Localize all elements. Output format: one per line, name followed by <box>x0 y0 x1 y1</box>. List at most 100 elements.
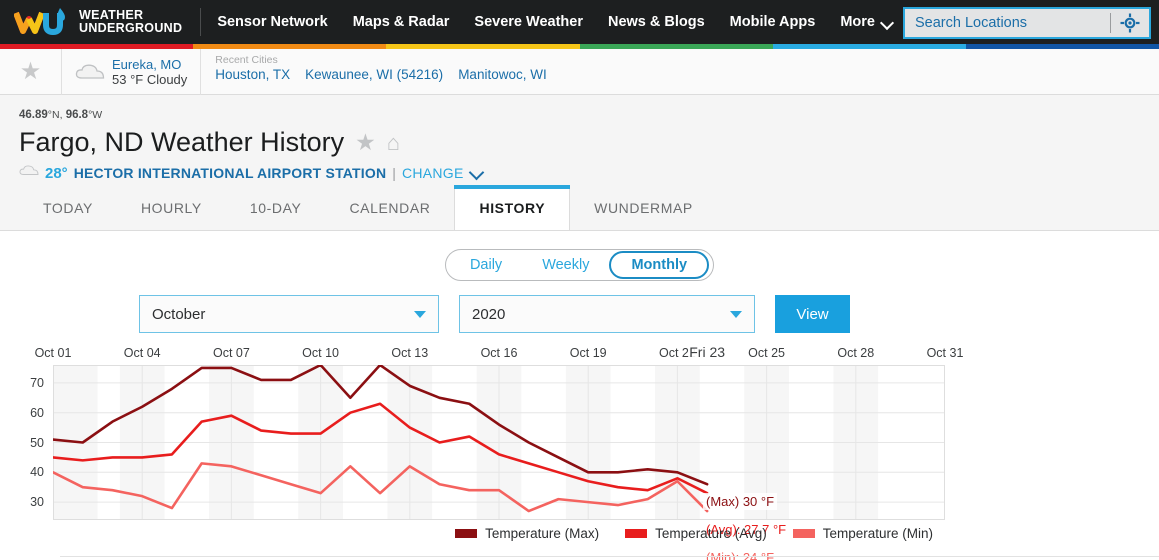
cloud-icon <box>75 63 105 81</box>
y-axis-tick: 60 <box>30 405 44 420</box>
legend-item[interactable]: Temperature (Min) <box>792 526 933 541</box>
tab-label: 10-DAY <box>249 199 302 216</box>
year-select[interactable]: 2020 <box>459 295 755 333</box>
recent-city-link[interactable]: Houston, TX <box>215 67 290 82</box>
legend-swatch <box>455 529 478 538</box>
x-axis-tick: Oct 19 <box>569 346 607 360</box>
month-select[interactable]: October <box>139 295 439 333</box>
change-station-link[interactable]: CHANGE <box>402 165 464 181</box>
range-label: Monthly <box>631 257 688 273</box>
tooltip-min: (Min): 24 °F <box>703 549 778 560</box>
nav-item-news-blogs[interactable]: News & Blogs <box>608 14 705 30</box>
range-option-daily[interactable]: Daily <box>450 251 522 279</box>
tab-label: HOURLY <box>140 199 202 216</box>
chart-x-axis-labels: Oct 01 Oct 04 Oct 07 Oct 10 Oct 13 Oct 16 Oct … <box>0 343 1159 365</box>
range-option-monthly[interactable]: Monthly <box>609 251 710 279</box>
recent-cities-bar: ★ Eureka, MO 53 °F Cloudy Recent Cities … <box>0 48 1159 95</box>
latitude-value: 46.89 <box>19 109 48 121</box>
tab-label: TODAY <box>43 199 93 216</box>
tab-label: CALENDAR <box>349 199 431 216</box>
x-axis-tick: Oct 28 <box>837 346 875 360</box>
x-axis-tick: Oct 31 <box>926 346 964 360</box>
recent-cities-label: Recent Cities <box>215 53 278 66</box>
nav-item-maps-radar[interactable]: Maps & Radar <box>353 14 450 30</box>
caret-down-icon <box>414 310 426 318</box>
current-city-text: Eureka, MO 53 °F Cloudy <box>112 57 187 87</box>
x-axis-tick: Oct 25 <box>748 346 786 360</box>
chart-plot-area <box>51 363 946 520</box>
recent-city-link[interactable]: Manitowoc, WI <box>458 67 547 82</box>
section-tabs: TODAY HOURLY 10-DAY CALENDAR HISTORY WUN… <box>0 185 1159 231</box>
chart-y-axis-labels: 30 40 50 60 70 <box>0 365 50 520</box>
x-axis-tick: Oct 07 <box>212 346 250 360</box>
x-axis-tick: Oct 04 <box>123 346 161 360</box>
range-option-weekly[interactable]: Weekly <box>522 251 609 279</box>
rainbow-segment-2 <box>386 44 580 49</box>
tooltip-max: (Max) 30 °F <box>703 493 778 510</box>
star-icon: ★ <box>19 57 42 85</box>
nav-menu: Sensor Network Maps & Radar Severe Weath… <box>217 14 893 30</box>
rainbow-segment-5 <box>965 44 1159 49</box>
current-temperature: 28° <box>45 164 68 182</box>
current-city-widget[interactable]: Eureka, MO 53 °F Cloudy <box>62 48 202 95</box>
range-label: Weekly <box>542 257 590 273</box>
range-label: Daily <box>469 257 503 273</box>
view-button-label: View <box>796 305 829 323</box>
tab-calendar[interactable]: CALENDAR <box>325 185 454 230</box>
nav-label: News & Blogs <box>607 14 705 30</box>
crosshair-icon[interactable] <box>1111 13 1149 33</box>
station-name[interactable]: HECTOR INTERNATIONAL AIRPORT STATION <box>74 165 387 181</box>
tab-history[interactable]: HISTORY <box>454 185 571 230</box>
range-toggle-wrapper: Daily Weekly Monthly <box>0 249 1159 281</box>
x-axis-tick: Oct 13 <box>391 346 429 360</box>
history-content: Daily Weekly Monthly October 2020 View O… <box>0 231 1159 560</box>
year-select-value: 2020 <box>472 305 506 323</box>
x-axis-tick: Oct 16 <box>480 346 518 360</box>
range-toggle: Daily Weekly Monthly <box>444 249 715 281</box>
legend-label: Temperature (Avg) <box>655 526 767 541</box>
favorites-button[interactable]: ★ <box>0 48 62 95</box>
temperature-history-chart: Oct 01 Oct 04 Oct 07 Oct 10 Oct 13 Oct 16 Oct … <box>0 343 1159 560</box>
nav-item-severe-weather[interactable]: Severe Weather <box>474 14 583 30</box>
recent-city-link[interactable]: Kewaunee, WI (54216) <box>305 67 443 82</box>
latitude-unit: °N, <box>47 109 63 121</box>
nav-item-mobile-apps[interactable]: Mobile Apps <box>730 14 816 30</box>
brand-logo[interactable]: WEATHER UNDERGROUND <box>13 7 182 37</box>
top-navigation-bar: WEATHER UNDERGROUND Sensor Network Maps … <box>0 0 1159 44</box>
current-city-name: Eureka, MO <box>112 56 182 72</box>
page-title-row: Fargo, ND Weather History ★ ⌂ <box>19 127 1159 158</box>
longitude-value: 96.8 <box>65 109 89 121</box>
nav-item-sensor-network[interactable]: Sensor Network <box>217 14 327 30</box>
search-locations-box[interactable] <box>903 7 1151 39</box>
caret-down-icon <box>730 310 742 318</box>
star-icon[interactable]: ★ <box>355 129 376 156</box>
nav-item-more[interactable]: More <box>840 14 893 30</box>
station-row: 28° HECTOR INTERNATIONAL AIRPORT STATION… <box>19 164 1159 182</box>
rainbow-segment-1 <box>193 44 387 49</box>
page-title: Fargo, ND Weather History <box>19 127 345 157</box>
home-icon[interactable]: ⌂ <box>387 130 400 156</box>
tab-10-day[interactable]: 10-DAY <box>226 185 326 230</box>
tab-label: WUNDERMAP <box>594 199 693 216</box>
month-select-value: October <box>152 305 206 323</box>
legend-item[interactable]: Temperature (Avg) <box>625 526 767 541</box>
wu-logo-icon <box>13 7 70 37</box>
chevron-down-icon[interactable] <box>470 167 483 180</box>
nav-label: Maps & Radar <box>352 14 450 30</box>
legend-swatch <box>792 529 815 538</box>
view-button[interactable]: View <box>775 295 850 333</box>
footer-divider <box>60 556 1159 557</box>
date-pickers: October 2020 View <box>0 281 1159 333</box>
tab-hourly[interactable]: HOURLY <box>117 185 226 230</box>
search-input[interactable] <box>915 15 1110 31</box>
y-axis-tick: 50 <box>30 435 44 450</box>
chevron-down-icon <box>882 17 893 28</box>
y-axis-tick: 70 <box>30 375 44 390</box>
longitude-unit: °W <box>88 109 103 121</box>
tab-wundermap[interactable]: WUNDERMAP <box>570 185 717 230</box>
nav-divider <box>200 8 202 36</box>
tab-today[interactable]: TODAY <box>19 185 117 230</box>
station-divider: | <box>392 165 396 181</box>
legend-swatch <box>625 529 648 538</box>
legend-item[interactable]: Temperature (Max) <box>455 526 599 541</box>
